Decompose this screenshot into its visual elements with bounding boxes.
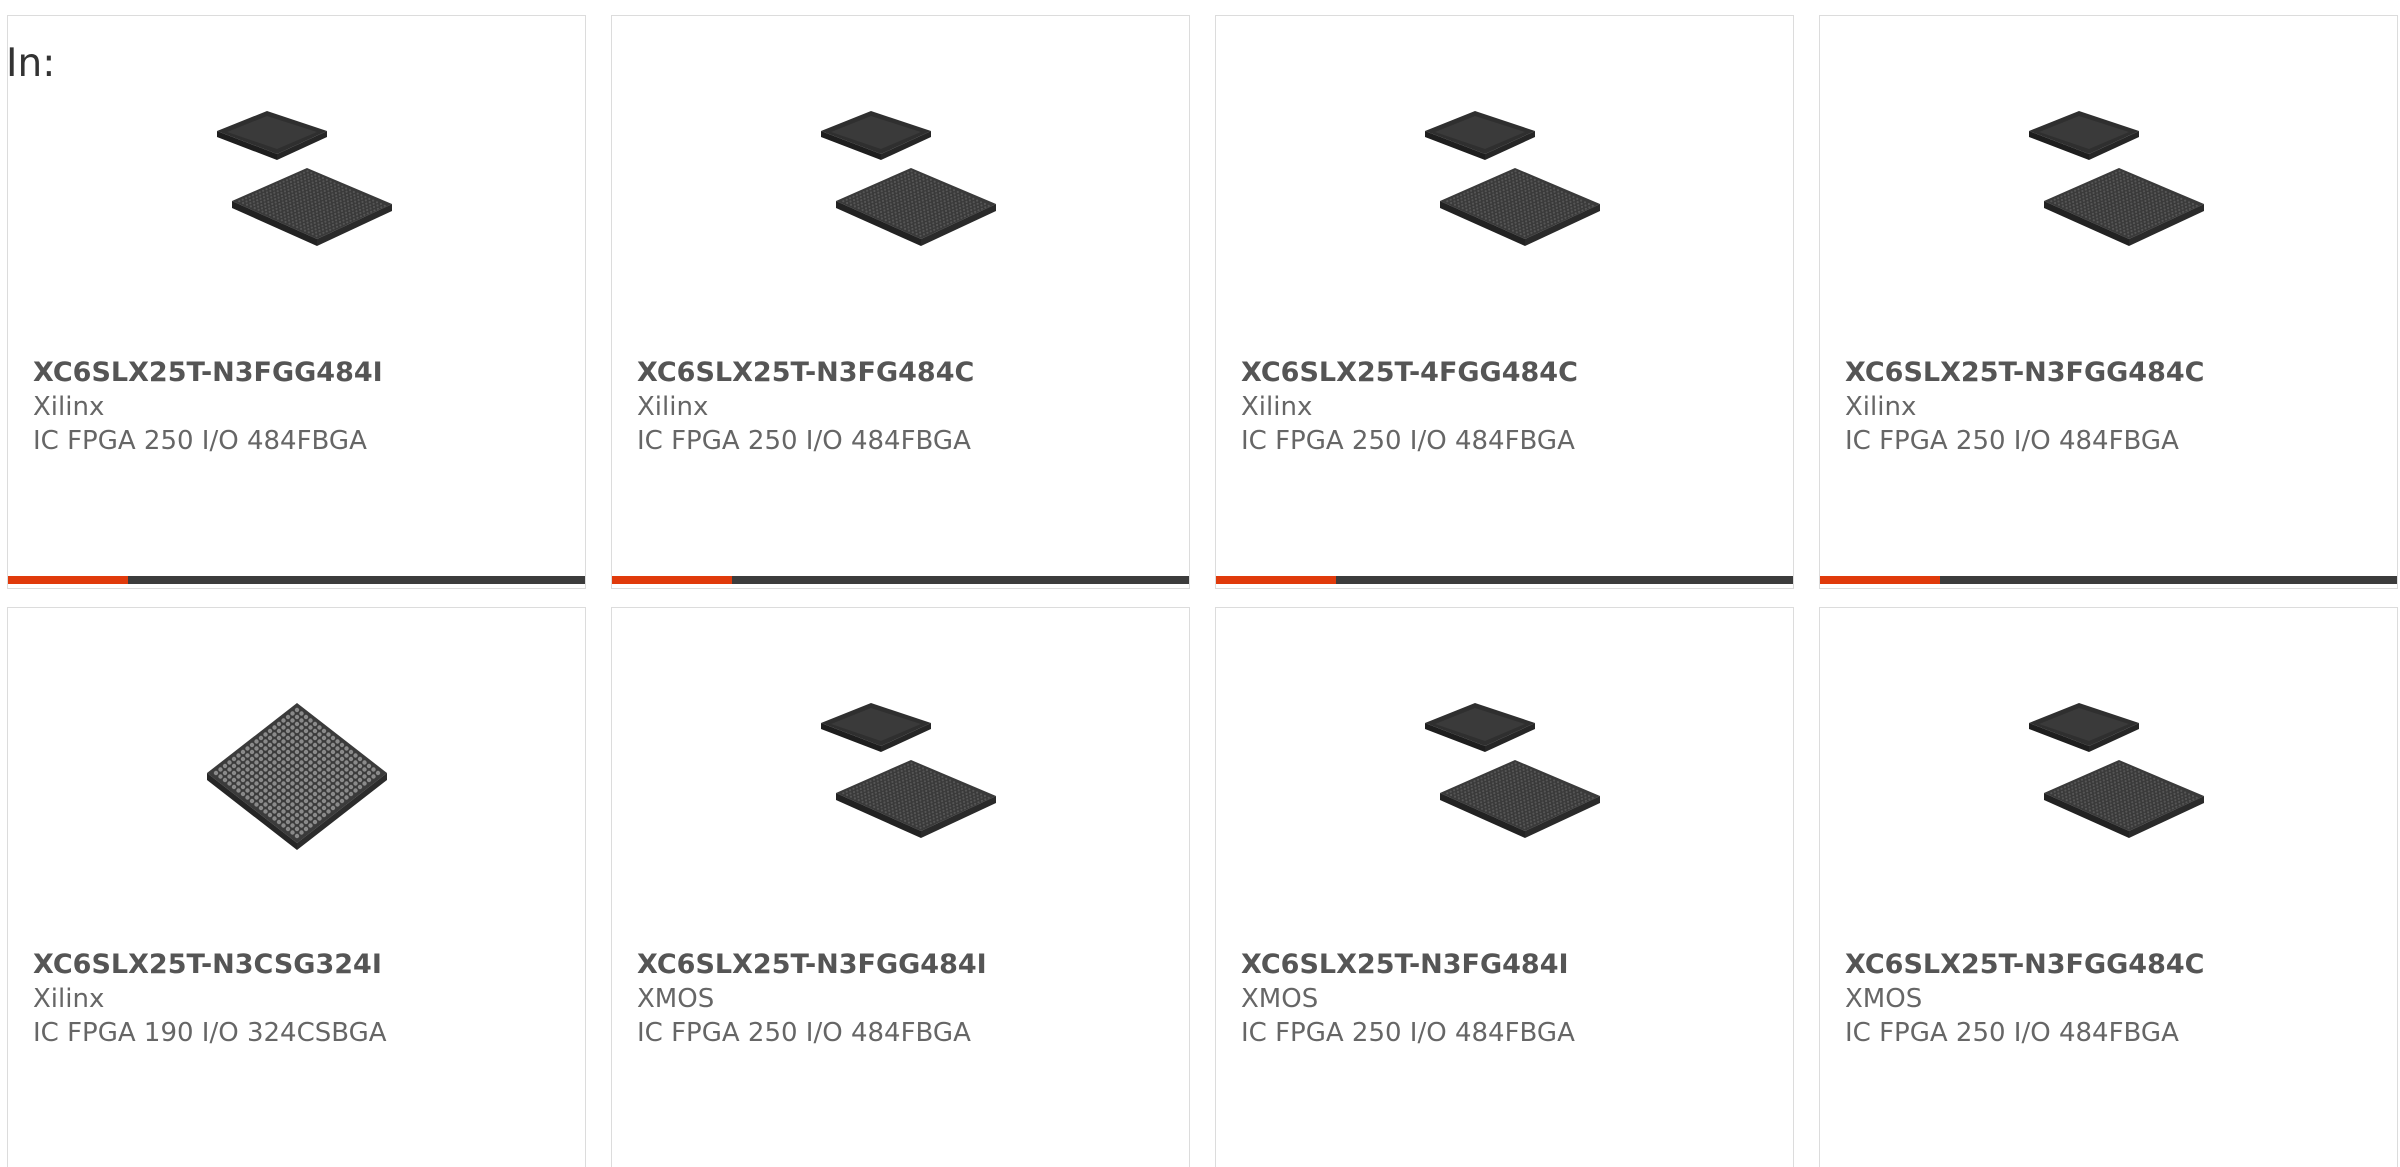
- product-info: XC6SLX25T-4FGG484C Xilinx IC FPGA 250 I/…: [1241, 356, 1783, 458]
- bga-chip-stack-icon: [1405, 86, 1605, 286]
- part-number[interactable]: XC6SLX25T-N3FGG484C: [1845, 948, 2387, 982]
- card-accent-bar: [612, 576, 1189, 584]
- part-number[interactable]: XC6SLX25T-N3CSG324I: [33, 948, 575, 982]
- bga-chip-stack-icon: [2009, 678, 2209, 878]
- part-number[interactable]: XC6SLX25T-4FGG484C: [1241, 356, 1783, 390]
- product-card[interactable]: XC6SLX25T-N3FGG484I XMOS IC FPGA 250 I/O…: [611, 607, 1190, 1167]
- manufacturer: XMOS: [1845, 984, 1923, 1014]
- description: IC FPGA 190 I/O 324CSBGA: [33, 1018, 387, 1048]
- in-label: In:: [6, 41, 56, 86]
- manufacturer: XMOS: [1241, 984, 1319, 1014]
- product-info: XC6SLX25T-N3FGG484I Xilinx IC FPGA 250 I…: [33, 356, 575, 458]
- product-info: XC6SLX25T-N3FG484C Xilinx IC FPGA 250 I/…: [637, 356, 1179, 458]
- part-number[interactable]: XC6SLX25T-N3FG484C: [637, 356, 1179, 390]
- bga-chip-stack-icon: [801, 86, 1001, 286]
- part-number[interactable]: XC6SLX25T-N3FGG484I: [637, 948, 1179, 982]
- product-grid: XC6SLX25T-N3FGG484I Xilinx IC FPGA 250 I…: [7, 15, 2398, 1167]
- part-number[interactable]: XC6SLX25T-N3FG484I: [1241, 948, 1783, 982]
- part-number[interactable]: XC6SLX25T-N3FGG484I: [33, 356, 575, 390]
- product-card[interactable]: XC6SLX25T-N3CSG324I Xilinx IC FPGA 190 I…: [7, 607, 586, 1167]
- product-card[interactable]: XC6SLX25T-N3FG484I XMOS IC FPGA 250 I/O …: [1215, 607, 1794, 1167]
- description: IC FPGA 250 I/O 484FBGA: [33, 426, 367, 456]
- manufacturer: Xilinx: [1241, 392, 1313, 422]
- product-results-page: XC6SLX25T-N3FGG484I Xilinx IC FPGA 250 I…: [0, 0, 2400, 1167]
- card-accent-bar: [1216, 576, 1793, 584]
- manufacturer: Xilinx: [33, 984, 105, 1014]
- manufacturer: XMOS: [637, 984, 715, 1014]
- product-info: XC6SLX25T-N3FGG484I XMOS IC FPGA 250 I/O…: [637, 948, 1179, 1050]
- description: IC FPGA 250 I/O 484FBGA: [637, 1018, 971, 1048]
- description: IC FPGA 250 I/O 484FBGA: [1241, 426, 1575, 456]
- product-card[interactable]: XC6SLX25T-N3FGG484C XMOS IC FPGA 250 I/O…: [1819, 607, 2398, 1167]
- product-card[interactable]: XC6SLX25T-4FGG484C Xilinx IC FPGA 250 I/…: [1215, 15, 1794, 589]
- bga-chip-stack-icon: [197, 86, 397, 286]
- manufacturer: Xilinx: [1845, 392, 1917, 422]
- bga-chip-stack-icon: [1405, 678, 1605, 878]
- description: IC FPGA 250 I/O 484FBGA: [1845, 1018, 2179, 1048]
- product-info: XC6SLX25T-N3CSG324I Xilinx IC FPGA 190 I…: [33, 948, 575, 1050]
- manufacturer: Xilinx: [637, 392, 709, 422]
- bga-chip-single-icon: [197, 678, 397, 878]
- bga-chip-stack-icon: [801, 678, 1001, 878]
- description: IC FPGA 250 I/O 484FBGA: [1845, 426, 2179, 456]
- bga-chip-stack-icon: [2009, 86, 2209, 286]
- product-card[interactable]: XC6SLX25T-N3FGG484I Xilinx IC FPGA 250 I…: [7, 15, 586, 589]
- part-number[interactable]: XC6SLX25T-N3FGG484C: [1845, 356, 2387, 390]
- manufacturer: Xilinx: [33, 392, 105, 422]
- product-info: XC6SLX25T-N3FG484I XMOS IC FPGA 250 I/O …: [1241, 948, 1783, 1050]
- product-info: XC6SLX25T-N3FGG484C XMOS IC FPGA 250 I/O…: [1845, 948, 2387, 1050]
- product-card[interactable]: XC6SLX25T-N3FG484C Xilinx IC FPGA 250 I/…: [611, 15, 1190, 589]
- product-card[interactable]: XC6SLX25T-N3FGG484C Xilinx IC FPGA 250 I…: [1819, 15, 2398, 589]
- product-info: XC6SLX25T-N3FGG484C Xilinx IC FPGA 250 I…: [1845, 356, 2387, 458]
- description: IC FPGA 250 I/O 484FBGA: [637, 426, 971, 456]
- card-accent-bar: [1820, 576, 2397, 584]
- card-accent-bar: [8, 576, 585, 584]
- description: IC FPGA 250 I/O 484FBGA: [1241, 1018, 1575, 1048]
